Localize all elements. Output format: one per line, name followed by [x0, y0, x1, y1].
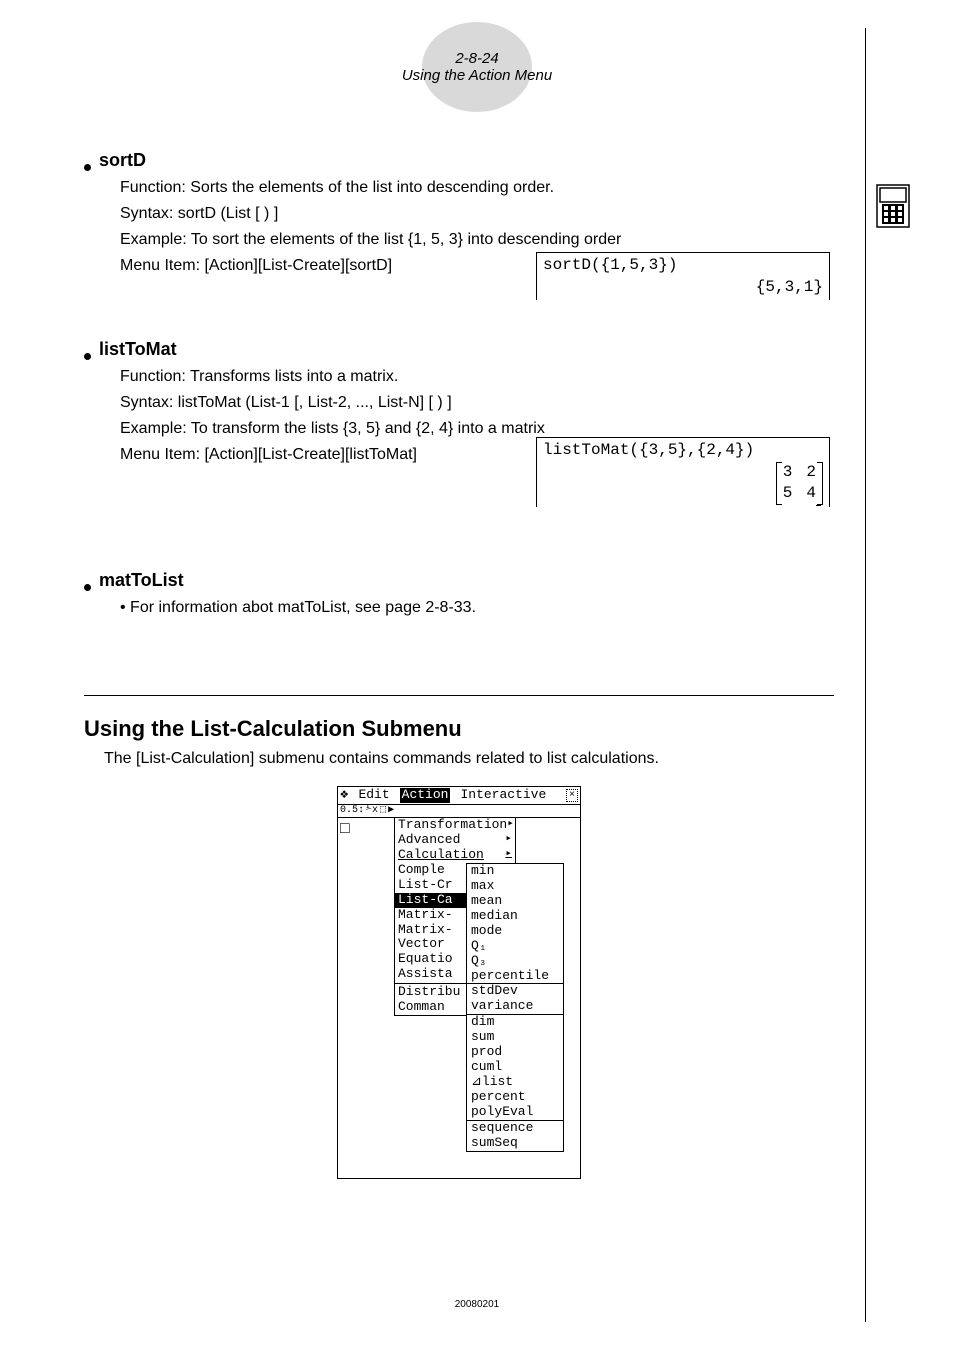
page-title: Using the Action Menu	[402, 67, 552, 84]
matrix-cell: 4	[806, 483, 816, 505]
bullet-icon	[84, 353, 91, 360]
toolbar-button[interactable]: ▶	[388, 806, 394, 816]
toolbar-button[interactable]: 0.5↕	[340, 806, 364, 816]
matrix-output: 32 54	[776, 462, 823, 505]
submenu-item[interactable]: mode	[467, 924, 563, 939]
listtomat-calc-input: listToMat({3,5},{2,4})	[543, 440, 823, 462]
submenu-item[interactable]: prod	[467, 1045, 563, 1060]
menu-item[interactable]: Transformation▸	[395, 818, 515, 833]
menubar-interactive[interactable]: Interactive	[458, 788, 548, 803]
submenu-item[interactable]: median	[467, 909, 563, 924]
calculator-screenshot: ❖ Edit Action Interactive × 0.5↕ ⅟x ⬚ ▶ …	[337, 786, 581, 1179]
menubar-edit[interactable]: Edit	[356, 788, 391, 803]
sortd-function: Function: Sorts the elements of the list…	[120, 179, 834, 197]
menu-item[interactable]: Calculation▸	[395, 848, 515, 863]
sortd-title: sortD	[99, 150, 146, 171]
toolbar-button[interactable]: ⬚	[380, 806, 386, 816]
menu-item[interactable]: Advanced▸	[395, 833, 515, 848]
submenu-item[interactable]: stdDev	[467, 984, 563, 999]
listcalc-heading: Using the List-Calculation Submenu	[84, 716, 834, 742]
submenu-item[interactable]: mean	[467, 894, 563, 909]
submenu-item[interactable]: Q₃	[467, 954, 563, 969]
listtomat-example: Example: To transform the lists {3, 5} a…	[120, 420, 834, 438]
sortd-syntax: Syntax: sortD (List [ ) ]	[120, 205, 834, 223]
submenu-arrow-icon: ▸	[505, 833, 512, 848]
listtomat-syntax: Syntax: listToMat (List-1 [, List-2, ...…	[120, 394, 834, 412]
calc-toolbar: 0.5↕ ⅟x ⬚ ▶	[338, 805, 580, 818]
submenu-item[interactable]: percent	[467, 1090, 563, 1105]
mattolist-heading: matToList	[84, 570, 834, 591]
footer-code: 20080201	[455, 1299, 500, 1310]
listcalc-submenu: min max mean median mode Q₁ Q₃ percentil…	[466, 863, 564, 1152]
listtomat-title: listToMat	[99, 339, 177, 360]
matrix-cell: 5	[783, 483, 793, 505]
submenu-item[interactable]: Q₁	[467, 939, 563, 954]
sortd-calc-display: sortD({1,5,3}) {5,3,1}	[536, 252, 830, 300]
submenu-item[interactable]: variance	[467, 999, 563, 1014]
bullet-icon	[84, 164, 91, 171]
submenu-item[interactable]: min	[467, 864, 563, 879]
sortd-calc-output: {5,3,1}	[543, 277, 823, 299]
submenu-item[interactable]: dim	[467, 1015, 563, 1030]
close-icon[interactable]: ×	[566, 789, 578, 803]
listtomat-function: Function: Transforms lists into a matrix…	[120, 368, 834, 386]
sortd-calc-input: sortD({1,5,3})	[543, 255, 823, 277]
submenu-item[interactable]: polyEval	[467, 1105, 563, 1120]
calc-work-area[interactable]: □	[338, 818, 394, 1178]
mattolist-title: matToList	[99, 570, 184, 591]
toolbar-button[interactable]: ⅟x	[366, 806, 378, 816]
matrix-cell: 2	[806, 462, 816, 484]
matrix-cell: 3	[783, 462, 793, 484]
submenu-arrow-icon: ▸	[505, 848, 512, 863]
bullet-icon	[84, 584, 91, 591]
page-number: 2-8-24	[455, 50, 498, 67]
page-right-rule	[865, 28, 866, 1322]
calc-menubar: ❖ Edit Action Interactive ×	[338, 787, 580, 805]
submenu-item[interactable]: sequence	[467, 1121, 563, 1136]
submenu-item[interactable]: max	[467, 879, 563, 894]
chevron-down-icon[interactable]: ❖	[340, 788, 348, 802]
sortd-heading: sortD	[84, 150, 834, 171]
section-divider	[84, 695, 834, 696]
cursor-icon: □	[340, 820, 350, 838]
submenu-item[interactable]: cuml	[467, 1060, 563, 1075]
listtomat-heading: listToMat	[84, 339, 834, 360]
listtomat-calc-display: listToMat({3,5},{2,4}) 32 54	[536, 437, 830, 507]
mattolist-note: • For information abot matToList, see pa…	[120, 599, 834, 617]
submenu-item[interactable]: ⊿list	[467, 1075, 563, 1090]
keypad-icon	[876, 184, 910, 228]
menubar-action[interactable]: Action	[400, 788, 451, 803]
page-header-badge: 2-8-24 Using the Action Menu	[422, 22, 532, 112]
listcalc-desc: The [List-Calculation] submenu contains …	[104, 750, 834, 768]
submenu-arrow-icon: ▸	[507, 818, 514, 833]
submenu-item[interactable]: percentile	[467, 969, 563, 984]
sortd-example: Example: To sort the elements of the lis…	[120, 231, 834, 249]
submenu-item[interactable]: sum	[467, 1030, 563, 1045]
submenu-item[interactable]: sumSeq	[467, 1136, 563, 1151]
